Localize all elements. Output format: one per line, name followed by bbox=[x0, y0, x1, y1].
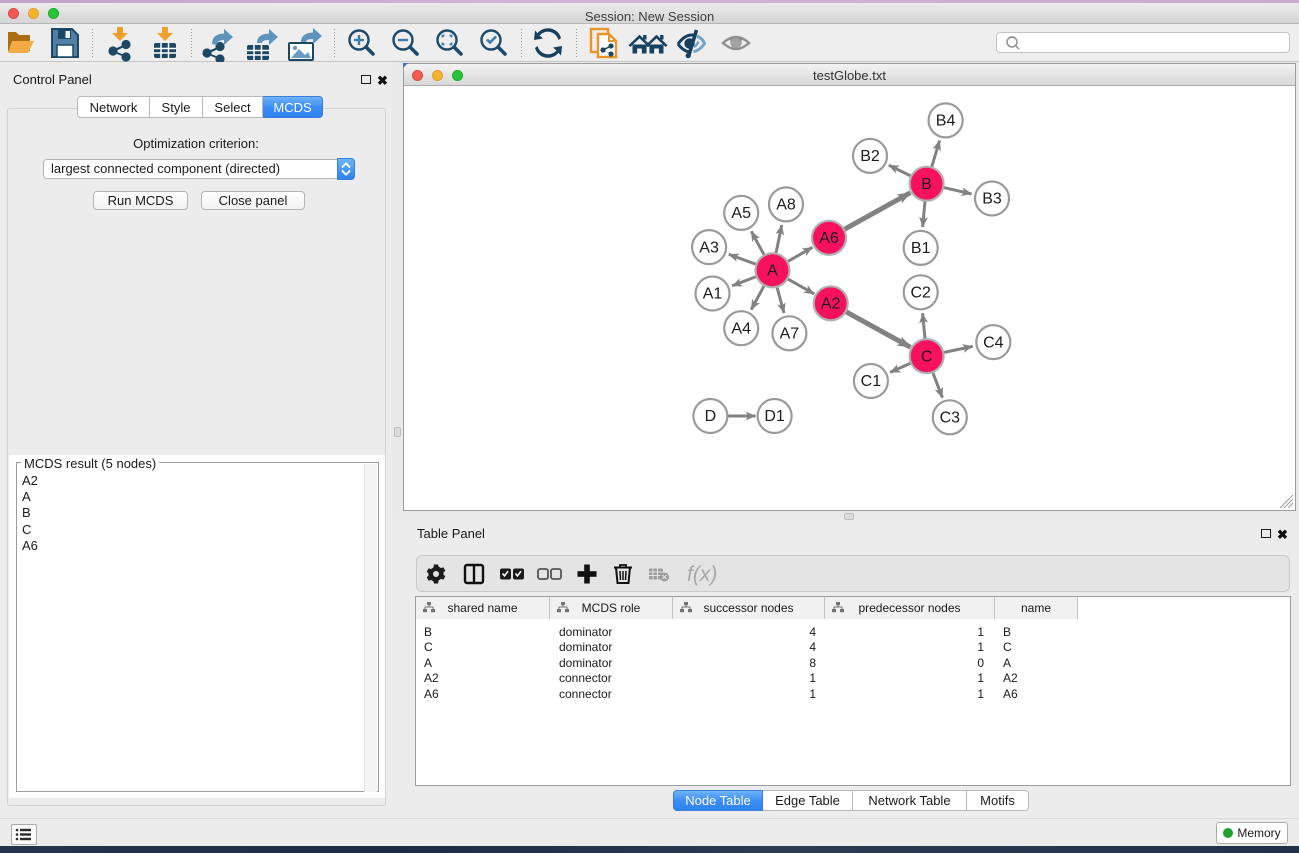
svg-text:A4: A4 bbox=[731, 320, 751, 337]
svg-text:A7: A7 bbox=[780, 326, 800, 343]
svg-text:f(x): f(x) bbox=[687, 563, 717, 586]
svg-text:B1: B1 bbox=[911, 240, 931, 257]
svg-text:D: D bbox=[705, 408, 717, 425]
svg-text:A1: A1 bbox=[703, 286, 723, 303]
svg-text:A: A bbox=[767, 263, 778, 280]
svg-text:A8: A8 bbox=[776, 197, 796, 214]
svg-text:A6: A6 bbox=[819, 230, 839, 247]
svg-text:C3: C3 bbox=[940, 410, 961, 427]
svg-text:A3: A3 bbox=[699, 239, 719, 256]
svg-text:C4: C4 bbox=[983, 334, 1004, 351]
svg-text:C1: C1 bbox=[861, 373, 882, 390]
svg-text:B: B bbox=[921, 176, 932, 193]
svg-text:B4: B4 bbox=[936, 113, 956, 130]
svg-text:C2: C2 bbox=[910, 285, 931, 302]
svg-text:B3: B3 bbox=[982, 191, 1002, 208]
svg-text:A2: A2 bbox=[821, 296, 841, 313]
svg-text:D1: D1 bbox=[764, 408, 785, 425]
svg-text:C: C bbox=[921, 348, 933, 365]
svg-text:A5: A5 bbox=[731, 205, 751, 222]
svg-text:B2: B2 bbox=[860, 148, 880, 165]
